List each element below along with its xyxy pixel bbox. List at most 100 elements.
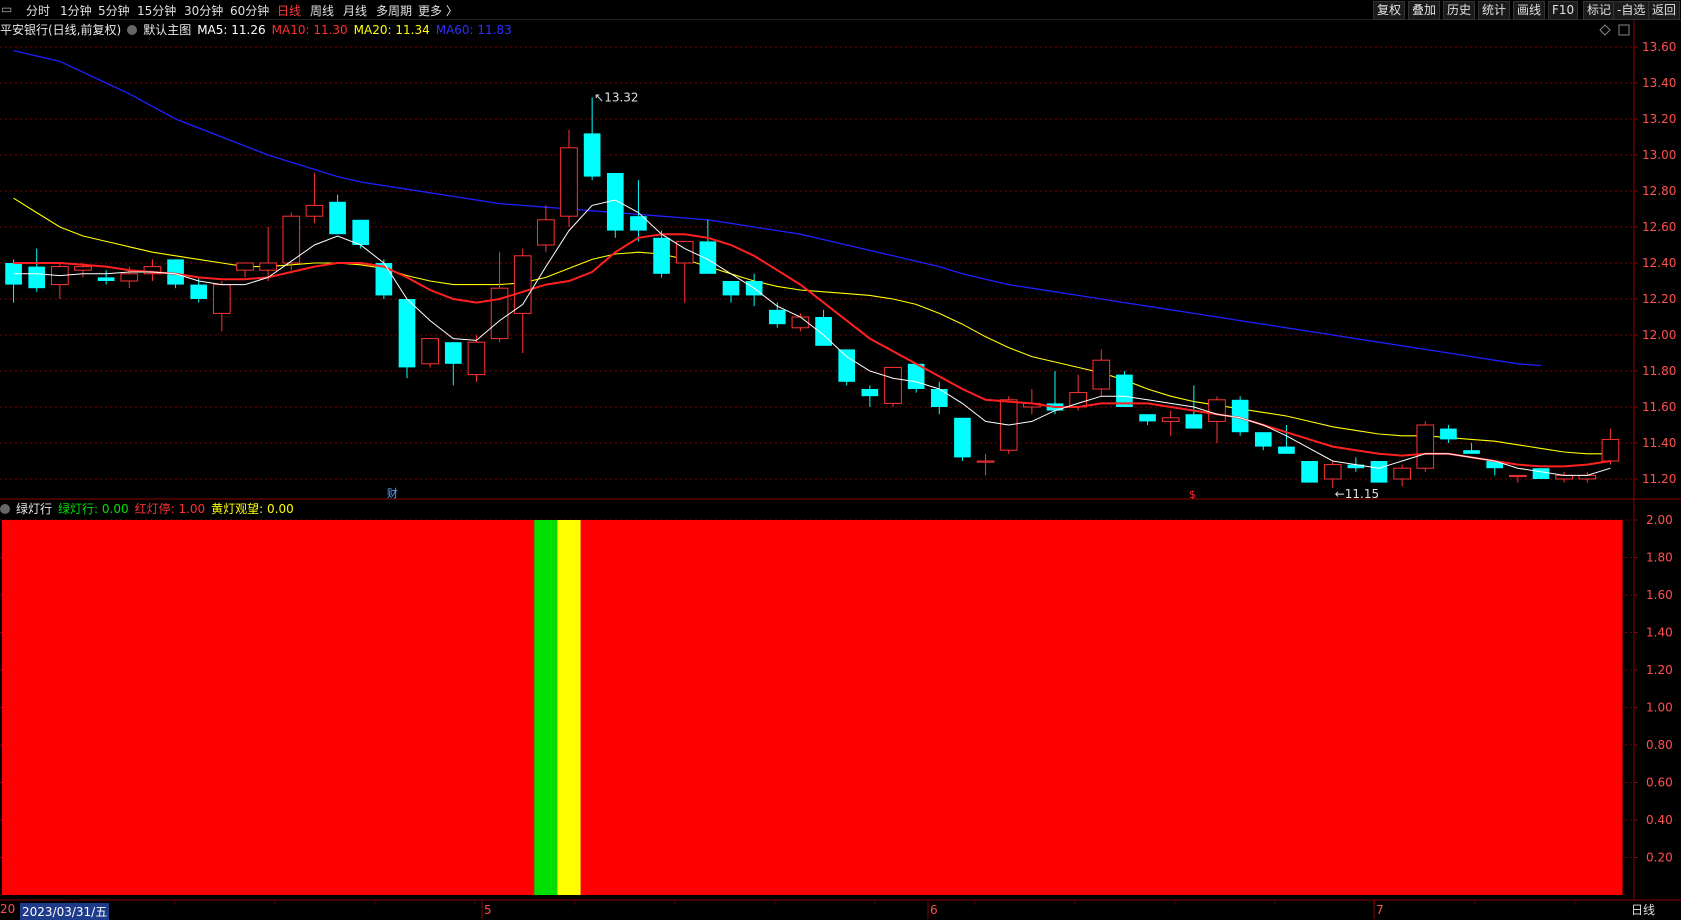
candle-body-10 [236, 262, 254, 271]
candle-body-54 [1254, 432, 1272, 447]
signal-bar-67 [1552, 520, 1577, 895]
price-tick-label-2: 11.60 [1642, 400, 1676, 414]
signal-bar-22 [511, 520, 535, 895]
signal-bar-68 [1575, 520, 1600, 895]
candle-body-33 [768, 309, 786, 325]
ind-tick-label-3: 0.80 [1646, 738, 1673, 752]
candle-body-69 [1601, 438, 1620, 462]
candle-body-14 [329, 201, 346, 235]
red-value: 红灯停: 1.00 [134, 502, 206, 516]
candle-body-52 [1208, 399, 1226, 422]
signal-bar-51 [1182, 520, 1207, 895]
signal-bar-28 [650, 520, 674, 895]
signal-bar-5 [117, 520, 142, 895]
signal-bar-34 [788, 520, 813, 895]
candle-body-9 [213, 284, 231, 314]
candle-body-49 [1139, 414, 1156, 422]
month-label-0: 5 [484, 903, 492, 917]
candle-body-28 [653, 237, 670, 274]
signal-bar-21 [488, 520, 512, 895]
signal-bar-38 [881, 520, 906, 895]
ind-tick-label-1: 0.40 [1646, 813, 1673, 827]
indicator-legend: 绿灯行 绿灯行: 0.00 红灯停: 1.00 黄灯观望: 0.00 [0, 500, 300, 516]
period-label[interactable]: 日线 [1631, 901, 1655, 918]
signal-bar-59 [1367, 520, 1392, 895]
cursor-date: 2023/03/31/五 [20, 903, 110, 920]
signal-bar-17 [395, 520, 420, 895]
signal-bar-65 [1506, 520, 1531, 895]
signal-bar-12 [279, 520, 304, 895]
month-label-1: 6 [930, 903, 938, 917]
signal-bar-4 [94, 520, 119, 895]
price-tick-label-11: 13.40 [1642, 76, 1676, 90]
candle-body-35 [815, 317, 832, 346]
chart-canvas: 11.20 11.40 11.60 11.80 12.00 12.20 12.40 12.60… [0, 20, 1681, 919]
low-price-label: ←11.15 [1335, 487, 1379, 501]
candle-body-62 [1440, 428, 1457, 440]
signal-bar-69 [1598, 520, 1623, 895]
price-tick-label-4: 12.00 [1642, 328, 1676, 342]
signal-bar-25 [580, 520, 605, 895]
signal-bar-18 [418, 520, 443, 895]
candle-body-24 [560, 147, 578, 217]
candle-body-7 [167, 259, 184, 285]
axis-corner-label: 20 [0, 902, 16, 916]
template-icon[interactable] [127, 25, 138, 35]
candle-body-47 [1092, 359, 1111, 390]
signal-bar-6 [140, 520, 165, 895]
signal-bar-43 [997, 520, 1021, 895]
signal-bar-27 [626, 520, 651, 895]
signal-bar-48 [1112, 520, 1137, 895]
candle-body-67 [1555, 474, 1573, 480]
stock-title[interactable]: 平安银行(日线,前复权) [0, 23, 121, 37]
candle-body-61 [1416, 424, 1435, 469]
candle-body-19 [444, 342, 462, 364]
indicator-icon[interactable] [0, 504, 10, 514]
candle-body-57 [1323, 464, 1342, 480]
candle-body-12 [282, 215, 301, 264]
signal-bar-33 [765, 520, 790, 895]
signal-bar-49 [1136, 520, 1160, 895]
signal-bar-37 [858, 520, 883, 895]
signal-bar-40 [927, 520, 952, 895]
signal-bar-9 [210, 520, 235, 895]
signal-bar-42 [974, 520, 998, 895]
candle-body-13 [305, 204, 324, 217]
template-label[interactable]: 默认主图 [143, 23, 191, 37]
ma20-value: MA20: 11.34 [353, 23, 430, 37]
price-tick-label-10: 13.20 [1642, 112, 1676, 126]
candle-body-5 [120, 273, 139, 282]
candle-body-18 [421, 338, 439, 365]
signal-bar-20 [464, 520, 489, 895]
candle-body-23 [537, 219, 555, 246]
indicator-title[interactable]: 绿灯行 [16, 502, 52, 516]
signal-bar-45 [1043, 520, 1068, 895]
month-label-2: 7 [1376, 903, 1384, 917]
candle-body-25 [583, 133, 601, 177]
signal-bar-61 [1413, 520, 1438, 895]
candle-body-55 [1278, 446, 1295, 454]
signal-bar-35 [812, 520, 836, 895]
price-tick-label-9: 13.00 [1642, 148, 1676, 162]
ind-tick-label-7: 1.60 [1646, 588, 1673, 602]
candle-body-63 [1463, 450, 1480, 454]
price-tick-label-6: 12.40 [1642, 256, 1676, 270]
signal-bar-66 [1529, 520, 1554, 895]
signal-bar-1 [25, 520, 49, 895]
candle-body-38 [884, 366, 902, 404]
candle-body-8 [190, 284, 208, 299]
signal-bar-47 [1089, 520, 1114, 895]
signal-bar-36 [835, 520, 859, 895]
candle-body-16 [375, 263, 393, 296]
price-tick-label-8: 12.80 [1642, 184, 1676, 198]
signal-bar-54 [1251, 520, 1276, 895]
candle-body-20 [467, 341, 486, 376]
candle-body-21 [490, 287, 509, 340]
signal-bar-13 [302, 520, 327, 895]
candle-body-42 [976, 460, 995, 463]
financial-report-marker: 财 [387, 486, 398, 500]
signal-bar-46 [1066, 520, 1091, 895]
ind-tick-label-6: 1.40 [1646, 626, 1673, 640]
signal-bar-0 [2, 520, 26, 895]
candle-body-60 [1393, 467, 1411, 480]
